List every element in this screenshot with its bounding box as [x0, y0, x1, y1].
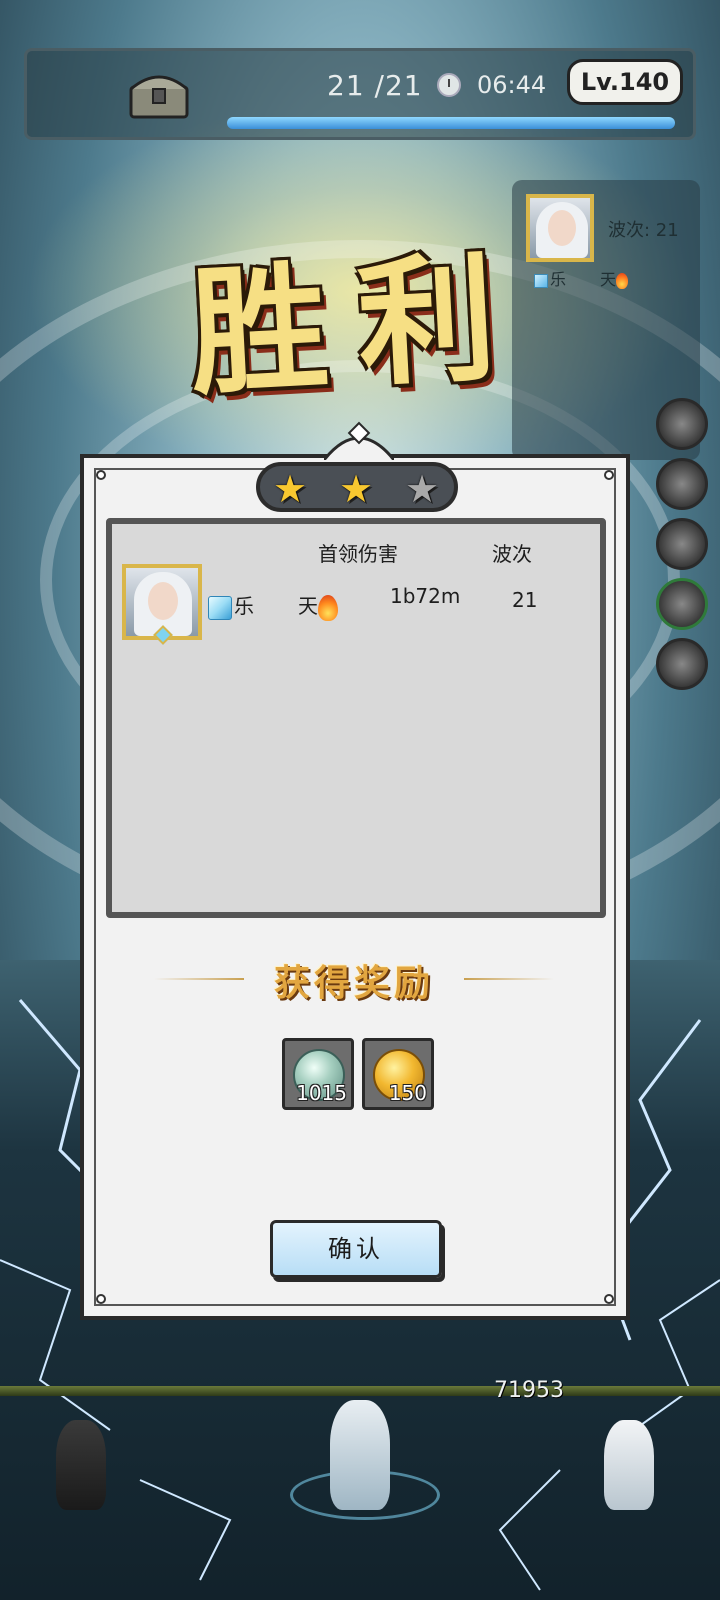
- skill-button-2[interactable]: [656, 458, 708, 510]
- rewards-header: 获得奖励: [154, 954, 554, 1004]
- side-wave-label: 波次: 21: [608, 220, 679, 241]
- boss-damage-header: 首领伤害: [318, 542, 398, 566]
- star-icon-filled: ★: [272, 467, 308, 511]
- reward-count: 1015: [296, 1081, 347, 1105]
- corner-rivet: [96, 1294, 106, 1304]
- power-value: 71953: [494, 1378, 564, 1403]
- fire-icon: [318, 594, 338, 621]
- chest-icon[interactable]: [127, 71, 191, 119]
- side-player-avatar[interactable]: [526, 194, 594, 262]
- victory-title: 胜利: [185, 234, 530, 415]
- divider: [464, 978, 554, 980]
- waves-value: 21: [512, 588, 538, 612]
- ice-icon: [208, 595, 232, 620]
- fire-icon: [616, 272, 629, 289]
- ally-character-right[interactable]: [604, 1420, 654, 1510]
- panel-crest-ornament: [324, 421, 394, 460]
- rewards-title: 获得奖励: [273, 962, 434, 1004]
- waves-header: 波次: [492, 542, 532, 566]
- corner-rivet: [96, 470, 106, 480]
- star-icon-filled: ★: [338, 467, 374, 511]
- skill-button-3[interactable]: [656, 518, 708, 570]
- ice-icon: [534, 273, 548, 288]
- battle-timer: 06:44: [477, 71, 547, 99]
- reward-item-gold-coin[interactable]: 150: [362, 1038, 434, 1110]
- skill-button-1[interactable]: [656, 398, 708, 450]
- power-bar: [0, 1386, 720, 1396]
- reward-item-silver-coin[interactable]: 1015: [282, 1038, 354, 1110]
- side-name-right: 天: [600, 266, 629, 290]
- side-name-left: 乐: [534, 266, 566, 290]
- confirm-button[interactable]: 确认: [270, 1220, 442, 1278]
- player-name-left: 乐: [208, 590, 254, 620]
- star-rating: ★ ★ ★: [256, 462, 458, 512]
- stats-table: 首领伤害 波次 乐 天 1b72m 21: [106, 518, 606, 918]
- clock-icon: [437, 73, 461, 97]
- result-panel: ★ ★ ★ 首领伤害 波次 乐 天 1b72m 21 获得奖励 1015 150…: [80, 421, 630, 1320]
- level-badge: Lv.140: [567, 59, 683, 105]
- ally-character-left[interactable]: [56, 1420, 106, 1510]
- hero-character[interactable]: [330, 1400, 390, 1510]
- player-avatar[interactable]: [122, 564, 202, 645]
- star-icon-empty: ★: [404, 467, 440, 511]
- wave-progress-fill: [227, 117, 675, 129]
- boss-damage-value: 1b72m: [390, 584, 461, 608]
- wave-counter: 21 /21: [327, 69, 423, 102]
- reward-count: 150: [388, 1081, 427, 1105]
- wave-progress-bar: [227, 117, 675, 129]
- top-hud-bar: 21 /21 06:44 Lv.140: [24, 48, 696, 140]
- skill-button-4[interactable]: [656, 578, 708, 630]
- player-name-right: 天: [298, 590, 338, 621]
- corner-rivet: [604, 1294, 614, 1304]
- divider: [154, 978, 244, 980]
- skill-button-5[interactable]: [656, 638, 708, 690]
- corner-rivet: [604, 470, 614, 480]
